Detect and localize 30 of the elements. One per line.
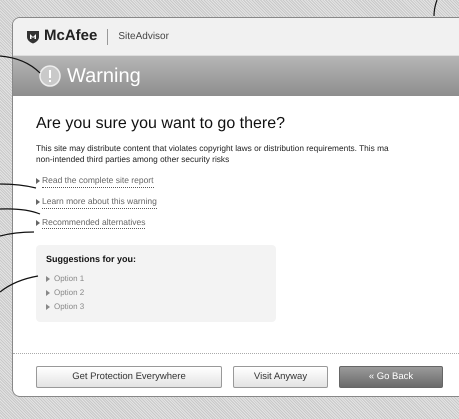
message-line: This site may distribute content that violates copyright laws or distribution requirements. This ma — [36, 143, 390, 154]
banner-title: Warning — [67, 64, 141, 89]
action-button[interactable]: « Go Back — [339, 366, 443, 388]
caret-icon — [36, 198, 40, 205]
brand-name: McAfee — [44, 26, 98, 46]
caret-icon — [46, 290, 50, 296]
action-button[interactable]: Visit Anyway — [233, 366, 328, 388]
suggestion-option[interactable]: Option 3 — [54, 300, 84, 314]
leader-line — [0, 275, 38, 292]
suggestion-option[interactable]: Option 2 — [54, 286, 84, 300]
product-name: SiteAdvisor — [118, 30, 169, 44]
link[interactable]: Recommended alternatives — [42, 216, 146, 230]
action-button[interactable]: Get Protection Everywhere — [36, 366, 222, 388]
leader-line — [433, 0, 438, 16]
link[interactable]: Read the complete site report — [42, 174, 154, 188]
leader-line — [0, 231, 34, 237]
shield-logo-icon — [26, 30, 40, 44]
caret-icon — [36, 178, 40, 184]
leader-line — [0, 55, 40, 74]
warning-icon — [39, 65, 61, 87]
caret-icon — [36, 220, 40, 226]
leader-line — [0, 183, 36, 189]
heading: Are you sure you want to go there? — [36, 114, 286, 134]
leader-line — [0, 208, 40, 215]
suggestion-option[interactable]: Option 1 — [54, 272, 84, 286]
link[interactable]: Learn more about this warning — [42, 194, 157, 209]
suggestions-title: Suggestions for you: — [46, 253, 137, 266]
caret-icon — [46, 304, 50, 310]
message-line: non-intended third parties among other security risks — [36, 154, 230, 166]
caret-icon — [46, 276, 50, 282]
